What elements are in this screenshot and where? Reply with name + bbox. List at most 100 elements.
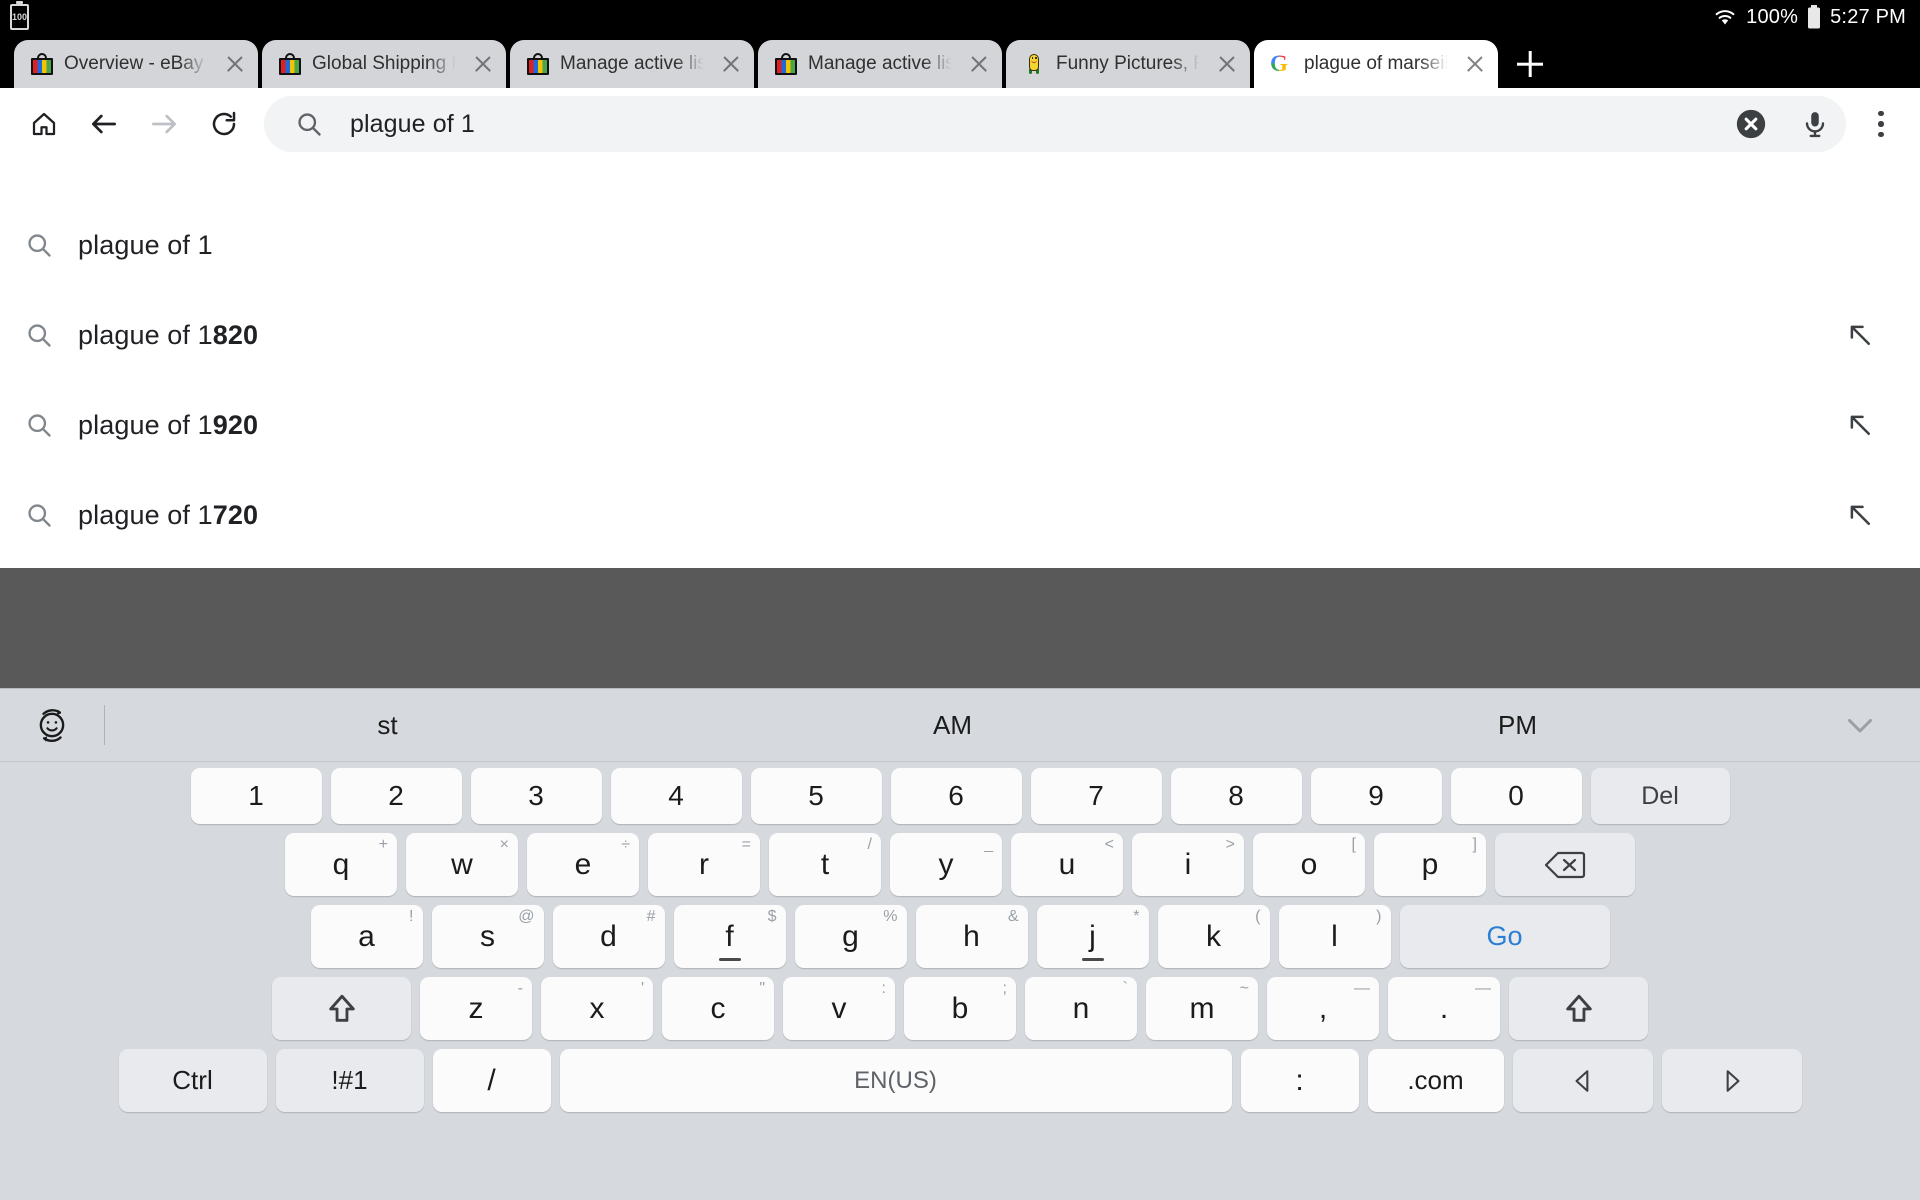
key-v[interactable]: :v — [783, 977, 895, 1040]
home-row-marker — [1081, 958, 1104, 961]
key-j[interactable]: * j — [1036, 905, 1149, 968]
shift-icon — [328, 994, 355, 1022]
symbols-key[interactable]: !#1 — [275, 1049, 424, 1112]
key-label: f — [725, 919, 734, 953]
browser-tab-5[interactable]: Funny Pictures, Funny — [1006, 40, 1250, 88]
key-0[interactable]: 0 — [1450, 768, 1582, 824]
key-g[interactable]: % g — [794, 905, 907, 968]
key-8[interactable]: 8 — [1170, 768, 1302, 824]
key-superscript: ( — [1255, 908, 1261, 925]
close-icon[interactable] — [470, 51, 496, 77]
key-x[interactable]: ' x — [541, 977, 653, 1040]
delete-key[interactable]: Del — [1590, 768, 1730, 824]
keyboard-suggestion-strip: st AM PM — [0, 688, 1920, 762]
key-period[interactable]: —. — [1388, 977, 1500, 1040]
key-n[interactable]: ` n — [1025, 977, 1137, 1040]
browser-tab-3[interactable]: Manage active listings — [510, 40, 754, 88]
key-e[interactable]: ÷ e — [527, 833, 639, 896]
close-icon[interactable] — [1462, 51, 1488, 77]
suggestion-row[interactable]: plague of 1920 — [0, 388, 1920, 462]
key-label: y — [938, 847, 954, 881]
suggestion-row[interactable]: plague of 1 — [0, 208, 1920, 282]
key-1[interactable]: 1 — [190, 768, 322, 824]
shift-key-left[interactable] — [272, 977, 411, 1040]
key-superscript: ÷ — [621, 836, 630, 853]
microphone-icon[interactable] — [1792, 101, 1838, 147]
key-t[interactable]: / t — [769, 833, 881, 896]
insert-query-arrow-icon[interactable] — [1836, 320, 1884, 350]
back-button[interactable] — [76, 96, 132, 152]
cursor-right-key[interactable] — [1661, 1049, 1802, 1112]
chevron-down-icon[interactable] — [1800, 707, 1920, 743]
browser-tab-2[interactable]: Global Shipping Progr — [262, 40, 506, 88]
new-tab-button[interactable] — [1502, 40, 1558, 88]
home-button[interactable] — [16, 96, 72, 152]
browser-tab-4[interactable]: Manage active listings — [758, 40, 1002, 88]
key-c[interactable]: " c — [662, 977, 774, 1040]
browser-tab-1[interactable]: Overview - eBay Seller — [14, 40, 258, 88]
key-comma[interactable]: —, — [1267, 977, 1379, 1040]
close-icon[interactable] — [966, 51, 992, 77]
key-p[interactable]: ] p — [1374, 833, 1486, 896]
key-3[interactable]: 3 — [470, 768, 602, 824]
key-h[interactable]: & h — [915, 905, 1028, 968]
key-y[interactable]: _ y — [890, 833, 1002, 896]
colon-key[interactable]: : — [1240, 1049, 1359, 1112]
spacebar[interactable]: EN(US) — [559, 1049, 1232, 1112]
go-key[interactable]: Go — [1399, 905, 1610, 968]
key-r[interactable]: = r — [648, 833, 760, 896]
key-k[interactable]: (k — [1157, 905, 1270, 968]
tab-title: Funny Pictures, Funny — [1056, 53, 1204, 74]
key-b[interactable]: ; b — [904, 977, 1016, 1040]
slash-key[interactable]: / — [432, 1049, 551, 1112]
key-m[interactable]: ~ m — [1146, 977, 1258, 1040]
key-z[interactable]: -z — [420, 977, 532, 1040]
screenshot-icon: 100 — [10, 1, 29, 30]
ctrl-key[interactable]: Ctrl — [118, 1049, 267, 1112]
key-7[interactable]: 7 — [1030, 768, 1162, 824]
key-l[interactable]: ) l — [1278, 905, 1391, 968]
insert-query-arrow-icon[interactable] — [1836, 500, 1884, 530]
search-input[interactable]: plague of 1 — [350, 110, 1710, 139]
key-s[interactable]: @ s — [431, 905, 544, 968]
dotcom-key[interactable]: .com — [1367, 1049, 1504, 1112]
key-q[interactable]: + q — [285, 833, 397, 896]
insert-query-arrow-icon[interactable] — [1836, 410, 1884, 440]
cursor-left-key[interactable] — [1512, 1049, 1653, 1112]
suggestion-chip-2[interactable]: AM — [670, 710, 1235, 741]
keyboard-row-home: ! a @ s # d $ f % g & h * j (k ) l Go — [4, 905, 1916, 968]
key-label: b — [951, 991, 969, 1025]
key-w[interactable]: × w — [406, 833, 518, 896]
key-label: g — [842, 919, 859, 953]
backspace-key[interactable] — [1495, 833, 1635, 896]
key-i[interactable]: > i — [1132, 833, 1244, 896]
key-5[interactable]: 5 — [750, 768, 882, 824]
suggestion-row[interactable]: plague of 1720 — [0, 478, 1920, 552]
key-f[interactable]: $ f — [673, 905, 786, 968]
key-2[interactable]: 2 — [330, 768, 462, 824]
key-a[interactable]: ! a — [310, 905, 423, 968]
tab-title: Manage active listings — [808, 53, 956, 74]
suggestion-row[interactable]: plague of 1820 — [0, 298, 1920, 372]
key-4[interactable]: 4 — [610, 768, 742, 824]
key-d[interactable]: # d — [552, 905, 665, 968]
suggestion-chip-1[interactable]: st — [105, 710, 670, 741]
suggestion-chip-3[interactable]: PM — [1235, 710, 1800, 741]
key-superscript: @ — [518, 908, 535, 925]
key-superscript: _ — [984, 836, 993, 853]
browser-tab-6-active[interactable]: G plague of marseille - G — [1254, 40, 1498, 88]
emoji-icon[interactable] — [0, 704, 104, 746]
shift-key-right[interactable] — [1509, 977, 1648, 1040]
key-9[interactable]: 9 — [1310, 768, 1442, 824]
overflow-menu-icon[interactable] — [1856, 96, 1906, 152]
key-superscript: / — [867, 836, 872, 853]
close-icon[interactable] — [1214, 51, 1240, 77]
omnibox[interactable]: plague of 1 — [264, 96, 1846, 152]
key-o[interactable]: [o — [1253, 833, 1365, 896]
close-icon[interactable] — [222, 51, 248, 77]
close-icon[interactable] — [718, 51, 744, 77]
clear-icon[interactable] — [1728, 101, 1774, 147]
reload-button[interactable] — [196, 96, 252, 152]
key-u[interactable]: < u — [1011, 833, 1123, 896]
key-6[interactable]: 6 — [890, 768, 1022, 824]
